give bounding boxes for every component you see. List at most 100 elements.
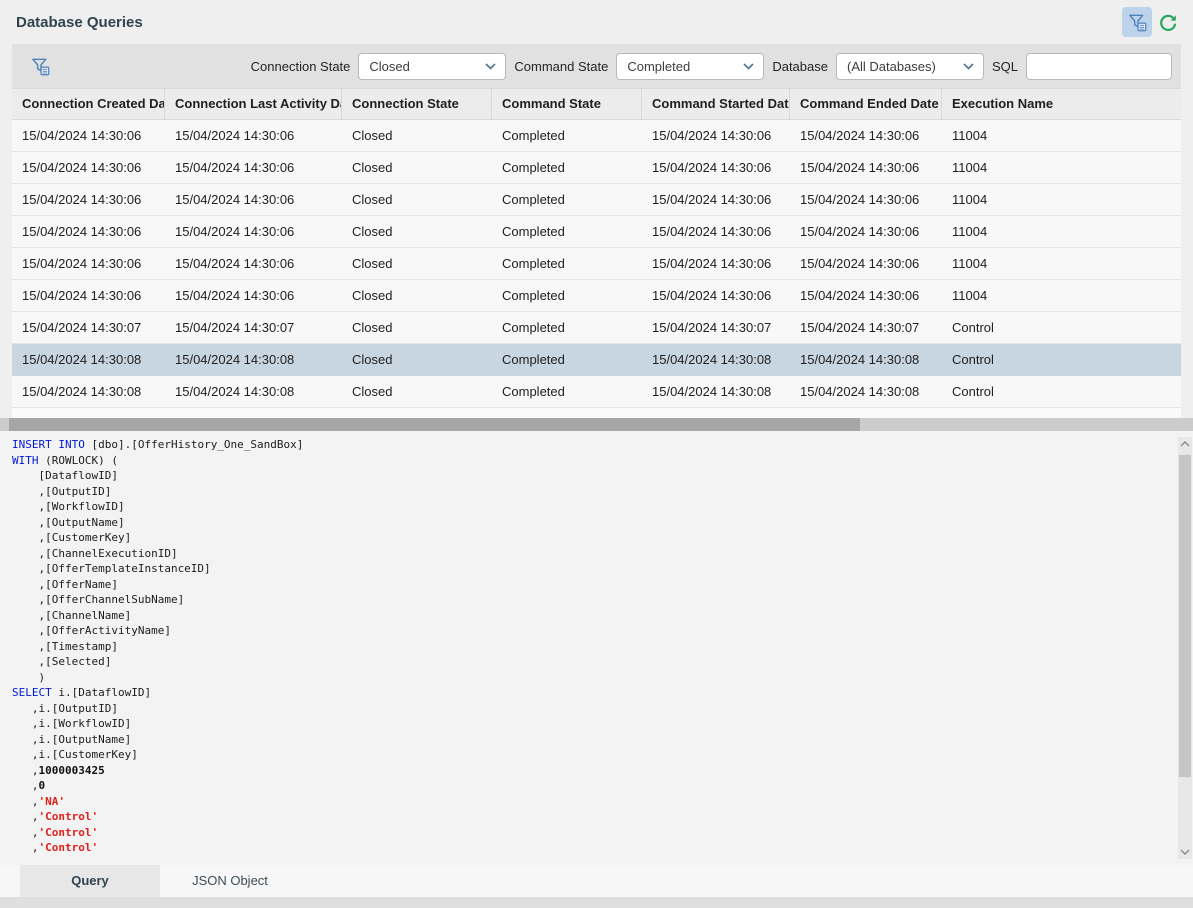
selected-value: Completed <box>627 59 743 74</box>
table-cell: 15/04/2024 14:30:06 <box>165 248 342 279</box>
table-cell: Control <box>942 376 1181 407</box>
table-cell: 15/04/2024 14:30:08 <box>642 376 790 407</box>
scroll-down-icon[interactable] <box>1178 845 1192 859</box>
table-cell: Control <box>942 312 1181 343</box>
table-row[interactable]: 15/04/2024 14:30:0615/04/2024 14:30:06Cl… <box>12 152 1181 184</box>
filter-label-command-state: Command State <box>514 59 608 74</box>
table-cell: 15/04/2024 14:30:06 <box>12 120 165 151</box>
filter-select-connection-state[interactable]: Closed <box>358 53 506 80</box>
filter-select-database[interactable]: (All Databases) <box>836 53 984 80</box>
filter-label-database: Database <box>772 59 828 74</box>
code-line: ,[OfferChannelSubName] <box>12 592 1167 608</box>
table-cell: 15/04/2024 14:30:06 <box>790 216 942 247</box>
column-header-command-ended-date[interactable]: Command Ended Date <box>790 89 942 119</box>
table-cell: 11004 <box>942 152 1181 183</box>
filter-toggle-button[interactable] <box>1122 7 1152 37</box>
table-cell: 15/04/2024 14:30:06 <box>165 184 342 215</box>
table-cell: 15/04/2024 14:30:06 <box>12 152 165 183</box>
table-row[interactable]: 15/04/2024 14:30:0615/04/2024 14:30:06Cl… <box>12 184 1181 216</box>
horizontal-scrollbar-thumb[interactable] <box>9 418 860 431</box>
table-cell: 15/04/2024 14:30:06 <box>790 120 942 151</box>
table-row[interactable]: 15/04/2024 14:30:0815/04/2024 14:30:08Cl… <box>12 376 1181 408</box>
table-cell: Closed <box>342 184 492 215</box>
filter-label-connection-state: Connection State <box>251 59 351 74</box>
code-line: SELECT i.[DataflowID] <box>12 685 1167 701</box>
code-line: ,i.[CustomerKey] <box>12 747 1167 763</box>
code-line: INSERT INTO [dbo].[OfferHistory_One_Sand… <box>12 437 1167 453</box>
filter-fields: Connection State Closed Command State Compl… <box>251 53 1181 80</box>
table-row[interactable]: 15/04/2024 14:30:0615/04/2024 14:30:06Cl… <box>12 280 1181 312</box>
scroll-up-icon[interactable] <box>1178 437 1192 451</box>
table-cell: 15/04/2024 14:30:08 <box>165 376 342 407</box>
table-cell: Completed <box>492 280 642 311</box>
table-cell: Completed <box>492 216 642 247</box>
filter-list-icon[interactable] <box>30 56 51 77</box>
refresh-icon <box>1158 13 1178 33</box>
table-cell: Closed <box>342 216 492 247</box>
filter-label-sql: SQL <box>992 59 1018 74</box>
code-line: ,[OfferActivityName] <box>12 623 1167 639</box>
table-cell: Completed <box>492 152 642 183</box>
table-cell: 15/04/2024 14:30:06 <box>165 120 342 151</box>
table-cell: 15/04/2024 14:30:07 <box>642 312 790 343</box>
filter-bar: Connection State Closed Command State Compl… <box>12 44 1181 88</box>
bottom-strip <box>0 897 1193 908</box>
table-cell: Completed <box>492 344 642 375</box>
code-line: ,[Selected] <box>12 654 1167 670</box>
code-line: ,'Control' <box>12 809 1167 825</box>
table-cell: 15/04/2024 14:30:08 <box>790 344 942 375</box>
horizontal-scrollbar[interactable] <box>0 418 1193 431</box>
table-cell: Completed <box>492 376 642 407</box>
column-header-connection-last-activity-date[interactable]: Connection Last Activity Date <box>165 89 342 119</box>
table-cell: Completed <box>492 312 642 343</box>
table-cell: 15/04/2024 14:30:06 <box>165 280 342 311</box>
table-cell: 15/04/2024 14:30:06 <box>165 216 342 247</box>
table-cell: 11004 <box>942 120 1181 151</box>
column-header-connection-state[interactable]: Connection State <box>342 89 492 119</box>
table-cell: Closed <box>342 376 492 407</box>
table-cell: 15/04/2024 14:30:06 <box>642 280 790 311</box>
table-cell: Closed <box>342 248 492 279</box>
column-header-connection-created-date[interactable]: Connection Created Date <box>12 89 165 119</box>
table-cell: Completed <box>492 184 642 215</box>
sql-viewer-panel: INSERT INTO [dbo].[OfferHistory_One_Sand… <box>0 431 1193 865</box>
table-row[interactable]: 15/04/2024 14:30:0615/04/2024 14:30:06Cl… <box>12 216 1181 248</box>
filter-input-sql[interactable] <box>1026 53 1172 80</box>
column-header-command-state[interactable]: Command State <box>492 89 642 119</box>
table-cell: 11004 <box>942 216 1181 247</box>
table-cell: Completed <box>492 120 642 151</box>
table-cell: 15/04/2024 14:30:08 <box>642 344 790 375</box>
table-cell: Completed <box>492 248 642 279</box>
table-row[interactable]: 15/04/2024 14:30:07 15/04/2024 14:30:07 Cl… <box>12 312 1181 344</box>
table-cell: 15/04/2024 14:30:06 <box>642 120 790 151</box>
table-cell: 15/04/2024 14:30:06 <box>790 280 942 311</box>
tab-query[interactable]: Query <box>20 865 160 897</box>
code-line: ,i.[WorkflowID] <box>12 716 1167 732</box>
table-header-row: Connection Created DateConnection Last A… <box>12 88 1181 120</box>
vertical-scrollbar-thumb[interactable] <box>1179 455 1191 777</box>
table-cell: 15/04/2024 14:30:06 <box>642 184 790 215</box>
refresh-button[interactable] <box>1157 12 1179 34</box>
tab-json-object[interactable]: JSON Object <box>160 865 300 897</box>
vertical-scrollbar[interactable] <box>1178 437 1192 859</box>
selected-value: (All Databases) <box>847 59 963 74</box>
table-cell: 15/04/2024 14:30:06 <box>12 184 165 215</box>
table-cell: 15/04/2024 14:30:06 <box>790 184 942 215</box>
table-cell: 15/04/2024 14:30:07 <box>12 312 165 343</box>
table-row[interactable]: 15/04/2024 14:30:0615/04/2024 14:30:06Cl… <box>12 248 1181 280</box>
column-header-execution-name[interactable]: Execution Name <box>942 89 1181 119</box>
top-bar: Database Queries <box>0 0 1193 44</box>
table-cell: 15/04/2024 14:30:08 <box>790 376 942 407</box>
code-line: ,0 <box>12 778 1167 794</box>
table-cell: 11004 <box>942 248 1181 279</box>
table-cell: 11004 <box>942 184 1181 215</box>
table-cell: Closed <box>342 312 492 343</box>
table-cell: 15/04/2024 14:30:08 <box>165 344 342 375</box>
column-header-command-started-date[interactable]: Command Started Date <box>642 89 790 119</box>
queries-table: Connection Created DateConnection Last A… <box>12 88 1181 418</box>
table-row[interactable]: 15/04/2024 14:30:0615/04/2024 14:30:06Cl… <box>12 120 1181 152</box>
table-row-selected[interactable]: 15/04/2024 14:30:0815/04/2024 14:30:08Cl… <box>12 344 1181 376</box>
code-line: ,i.[OutputID] <box>12 701 1167 717</box>
filter-select-command-state[interactable]: Completed <box>616 53 764 80</box>
table-cell: 15/04/2024 14:30:06 <box>642 216 790 247</box>
